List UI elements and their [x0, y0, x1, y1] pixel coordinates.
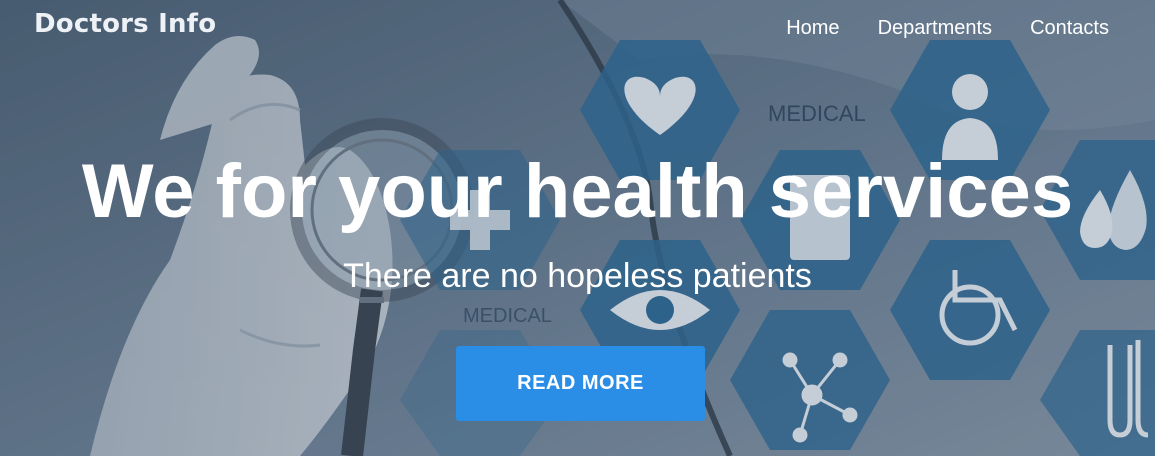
read-more-button[interactable]: READ MORE: [456, 346, 705, 421]
nav-link-departments[interactable]: Departments: [878, 17, 993, 40]
nav-link-contacts[interactable]: Contacts: [1030, 17, 1109, 40]
hero-title: We for your health services: [81, 149, 1074, 234]
main-nav: Home Departments Contacts: [786, 17, 1109, 40]
hero-subtitle: There are no hopeless patients: [343, 257, 812, 295]
nav-link-home[interactable]: Home: [786, 17, 839, 40]
site-logo[interactable]: Doctors Info: [34, 9, 216, 39]
hero-section: MEDICAL MEDICAL Doctors Info Home Depart…: [0, 0, 1155, 456]
